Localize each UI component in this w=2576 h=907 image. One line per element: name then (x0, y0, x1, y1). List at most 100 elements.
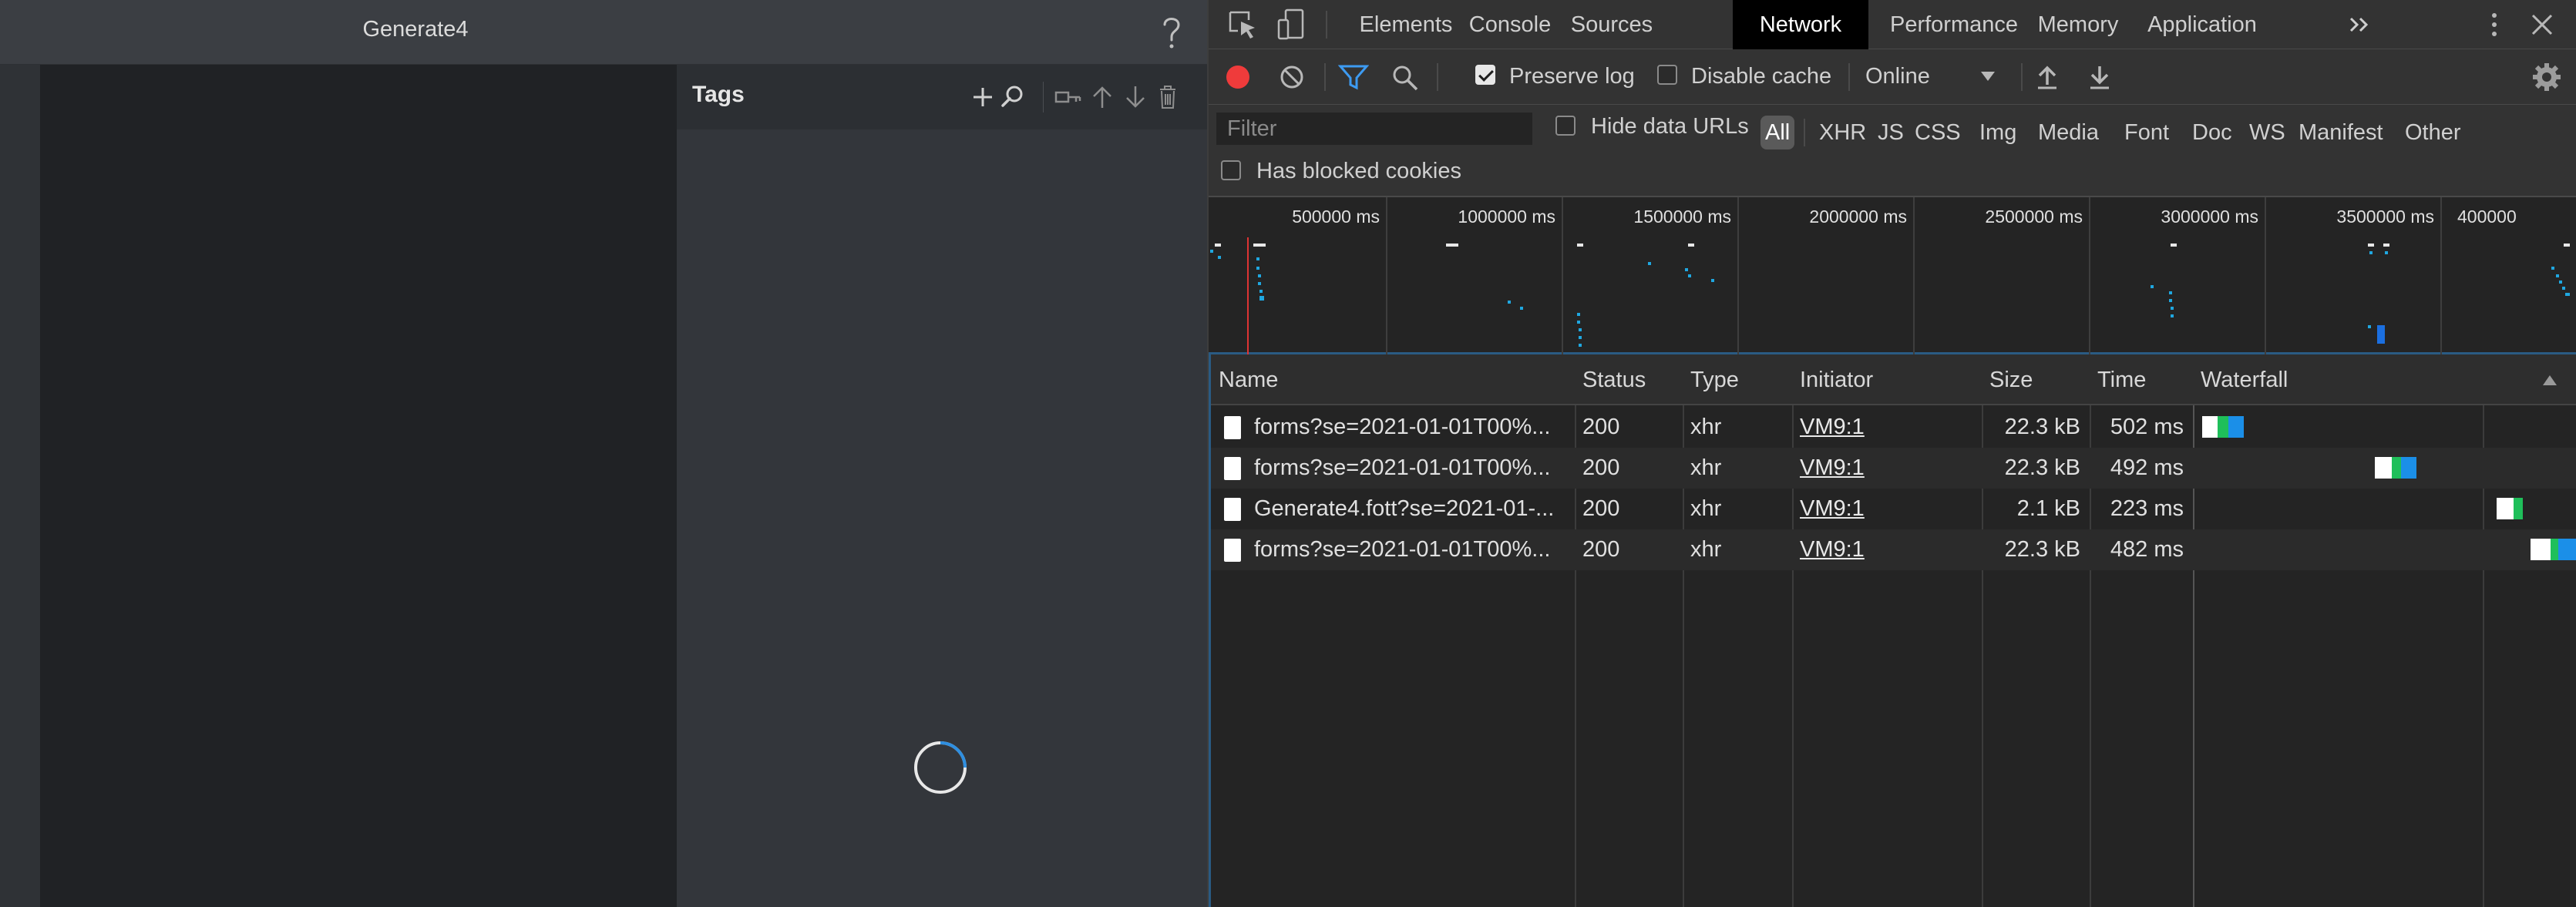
document-icon (1224, 539, 1241, 562)
app-title: Generate4 (362, 17, 469, 42)
column-header-type[interactable]: Type (1683, 354, 1792, 405)
request-name[interactable]: forms?se=2021-01-01T00%... (1254, 407, 1572, 448)
type-filter-js[interactable]: JS (1873, 116, 1908, 149)
export-har-icon[interactable] (2086, 62, 2114, 91)
inspect-element-icon[interactable] (1227, 9, 1259, 42)
throttling-select[interactable]: Online (1865, 64, 1930, 89)
tab-elements[interactable]: Elements (1354, 0, 1458, 49)
tags-header: Tags (677, 65, 1207, 129)
type-filter-ws[interactable]: WS (2245, 116, 2290, 149)
overview-tick-label: 1500000 ms (1633, 207, 1731, 227)
document-icon (1224, 416, 1241, 439)
record-icon[interactable] (1224, 63, 1252, 91)
tab-sources[interactable]: Sources (1562, 0, 1662, 49)
network-overview-timeline[interactable]: 500000 ms 1000000 ms 1500000 ms 2000000 … (1209, 197, 2576, 354)
type-filter-all[interactable]: All (1760, 116, 1795, 149)
tab-application[interactable]: Application (2129, 0, 2275, 49)
request-name[interactable]: forms?se=2021-01-01T00%... (1254, 448, 1572, 489)
loading-spinner-icon (914, 741, 967, 794)
hide-data-urls-label: Hide data URLs (1591, 114, 1749, 139)
overview-mark (2551, 267, 2554, 270)
column-header-name[interactable]: Name (1211, 354, 1575, 405)
table-row[interactable]: Generate4.fott?se=2021-01-... 200 xhr VM… (1211, 489, 2576, 529)
type-filter-font[interactable]: Font (2120, 116, 2174, 149)
kebab-menu-icon[interactable] (2485, 9, 2504, 40)
editor-canvas[interactable] (40, 65, 677, 907)
left-gutter (0, 65, 40, 907)
type-filter-other[interactable]: Other (2400, 116, 2466, 149)
request-size: 22.3 kB (2004, 537, 2080, 562)
filter-icon[interactable] (1338, 63, 1369, 91)
column-header-size[interactable]: Size (1982, 354, 2090, 405)
overview-mark (1256, 257, 1259, 260)
overview-mark (2169, 299, 2172, 302)
app-titlebar: Generate4 (0, 0, 1207, 65)
blocked-cookies-checkbox[interactable] (1221, 160, 1241, 180)
request-initiator-link[interactable]: VM9:1 (1800, 448, 1877, 489)
toolbar-divider (1324, 63, 1326, 91)
overview-mark (1688, 244, 1694, 247)
search-icon[interactable] (997, 82, 1027, 113)
waterfall-download-bar (2228, 416, 2244, 438)
app-window: Generate4 Tags (0, 0, 1207, 907)
request-initiator-link[interactable]: VM9:1 (1800, 407, 1877, 448)
overview-mark (1210, 250, 1213, 253)
request-initiator-link[interactable]: VM9:1 (1800, 489, 1877, 529)
table-row[interactable]: forms?se=2021-01-01T00%... 200 xhr VM9:1… (1211, 407, 2576, 448)
tab-network[interactable]: Network (1733, 0, 1868, 49)
hide-data-urls-checkbox[interactable] (1555, 116, 1576, 136)
table-row[interactable]: forms?se=2021-01-01T00%... 200 xhr VM9:1… (1211, 529, 2576, 570)
type-filter-img[interactable]: Img (1975, 116, 2021, 149)
overview-tick-label: 2000000 ms (1809, 207, 1907, 227)
overview-tick-label: 400000 (2457, 207, 2517, 227)
help-icon[interactable] (1156, 12, 1187, 51)
table-row[interactable]: forms?se=2021-01-01T00%... 200 xhr VM9:1… (1211, 448, 2576, 489)
waterfall-download-bar (2401, 457, 2416, 479)
settings-gear-icon[interactable] (2531, 62, 2562, 92)
type-filter-manifest[interactable]: Manifest (2294, 116, 2388, 149)
lock-tag-icon[interactable] (1052, 82, 1083, 113)
devtools-tabbar: Elements Console Sources Network Perform… (1209, 0, 2576, 49)
type-filter-css[interactable]: CSS (1910, 116, 1966, 149)
tags-title: Tags (692, 82, 745, 107)
request-status: 200 (1582, 415, 1620, 439)
preserve-log-checkbox[interactable] (1475, 65, 1495, 85)
search-icon[interactable] (1391, 63, 1420, 92)
overview-mark (2171, 307, 2174, 310)
device-toolbar-icon[interactable] (1276, 8, 1309, 42)
column-header-time[interactable]: Time (2090, 354, 2193, 405)
import-har-icon[interactable] (2033, 62, 2061, 91)
add-tag-icon[interactable] (967, 82, 998, 113)
column-header-status[interactable]: Status (1575, 354, 1683, 405)
request-name[interactable]: forms?se=2021-01-01T00%... (1254, 529, 1572, 570)
arrow-down-icon[interactable] (1120, 82, 1151, 113)
overview-mark (1579, 328, 1582, 331)
type-filter-doc[interactable]: Doc (2188, 116, 2237, 149)
disable-cache-checkbox[interactable] (1657, 65, 1677, 85)
tab-console[interactable]: Console (1460, 0, 1560, 49)
tab-performance[interactable]: Performance (1881, 0, 2027, 49)
trash-icon[interactable] (1152, 82, 1183, 113)
tab-memory[interactable]: Memory (2029, 0, 2127, 49)
request-name[interactable]: Generate4.fott?se=2021-01-... (1254, 489, 1572, 529)
overview-mark (1508, 301, 1511, 304)
type-filter-xhr[interactable]: XHR (1814, 116, 1871, 149)
column-header-initiator[interactable]: Initiator (1792, 354, 1982, 405)
arrow-up-icon[interactable] (1087, 82, 1118, 113)
filter-input[interactable] (1216, 113, 1532, 145)
type-filter-media[interactable]: Media (2033, 116, 2104, 149)
overview-mark (2377, 325, 2385, 344)
document-icon (1224, 498, 1241, 521)
overview-mark (1577, 313, 1580, 316)
column-header-waterfall[interactable]: Waterfall (2193, 354, 2563, 405)
tags-panel: Tags (677, 65, 1207, 907)
overview-mark (1259, 296, 1264, 301)
chevron-down-icon[interactable] (1979, 69, 1996, 83)
more-tabs-icon[interactable] (2346, 14, 2374, 35)
network-toolbar: Preserve log Disable cache Online (1209, 49, 2576, 105)
close-icon[interactable] (2528, 11, 2556, 39)
clear-icon[interactable] (1278, 63, 1306, 91)
request-time: 492 ms (2110, 455, 2184, 480)
sort-ascending-icon[interactable] (2541, 373, 2558, 387)
request-initiator-link[interactable]: VM9:1 (1800, 529, 1877, 570)
